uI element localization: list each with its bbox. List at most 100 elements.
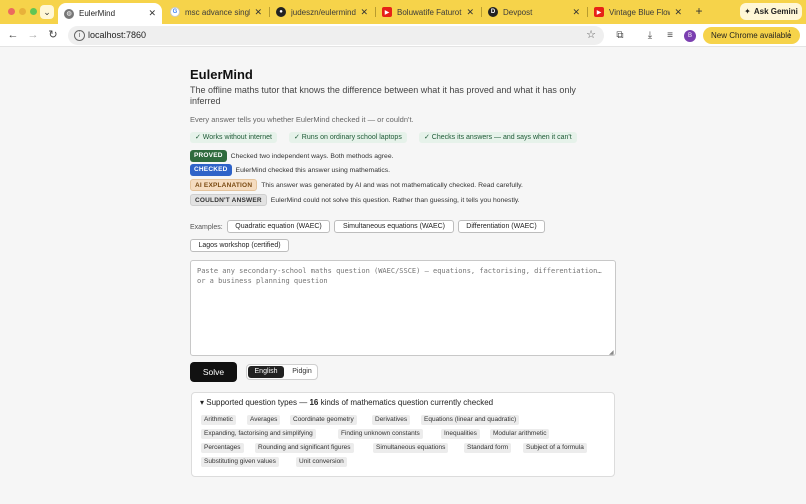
type-chip: Modular arithmetic [490, 429, 550, 439]
solve-button[interactable]: Solve [190, 362, 237, 382]
tab-youtube-boluwatife[interactable]: ▶ Boluwatife Faturoti · ✕ [376, 2, 480, 22]
tab-strip: ⌄ ◍ EulerMind ✕ G msc advance single... … [0, 0, 806, 24]
new-chrome-available-button[interactable]: New Chrome available ⋮ [703, 27, 800, 44]
tab-title: msc advance single... [185, 7, 250, 17]
type-chip: Substituting given values [201, 457, 279, 467]
back-arrow-icon[interactable]: ← [6, 28, 20, 42]
youtube-icon: ▶ [594, 7, 604, 17]
legend-couldnt-answer: COULDN'T ANSWER EulerMind could not solv… [190, 194, 520, 206]
supported-prefix: Supported question types — [206, 398, 310, 407]
checked-badge: CHECKED [190, 164, 232, 176]
language-pidgin-option[interactable]: Pidgin [287, 366, 317, 378]
forward-arrow-icon[interactable]: → [26, 28, 40, 42]
devpost-icon: D [488, 7, 498, 17]
close-tab-icon[interactable]: ✕ [572, 7, 580, 18]
type-chip: Averages [247, 415, 281, 425]
close-tab-icon[interactable]: ✕ [254, 7, 262, 18]
google-icon: G [170, 7, 180, 17]
tab-github[interactable]: ● judeszn/eulermind-... ✕ [270, 2, 374, 22]
language-toggle: English Pidgin [246, 364, 318, 380]
ai-explanation-badge: AI EXPLANATION [190, 179, 258, 191]
legend-text: EulerMind checked this answer using math… [235, 166, 391, 174]
close-tab-icon[interactable]: ✕ [674, 7, 682, 18]
type-chip: Unit conversion [296, 457, 347, 467]
type-chip: Expanding, factorising and simplifying [201, 429, 316, 439]
legend-proved: PROVED Checked two independent ways. Bot… [190, 150, 394, 162]
type-chip: Equations (linear and quadratic) [421, 415, 520, 425]
type-chip: Percentages [201, 443, 244, 453]
resize-grip-icon[interactable]: ◢ [609, 349, 615, 356]
download-icon[interactable]: ⤓ [643, 29, 657, 43]
close-tab-icon[interactable]: ✕ [466, 7, 474, 18]
example-quadratic-button[interactable]: Quadratic equation (WAEC) [227, 220, 330, 233]
browser-toolbar: ← → ↻ i localhost:7860 ☆ ⧉ ⤓ ≡ B New Chr… [0, 24, 806, 47]
feature-laptops: ✓ Runs on ordinary school laptops [289, 132, 407, 143]
supported-types-summary[interactable]: ▾ Supported question types — 16 kinds of… [200, 398, 493, 407]
type-chip: Standard form [464, 443, 512, 453]
legend-text: This answer was generated by AI and was … [261, 181, 523, 189]
tab-title: Devpost [503, 7, 533, 17]
tab-search-chevron-icon[interactable]: ⌄ [40, 5, 54, 19]
site-info-icon[interactable]: i [74, 30, 85, 41]
page-subtitle: The offline maths tutor that knows the d… [190, 85, 576, 106]
example-differentiation-button[interactable]: Differentiation (WAEC) [458, 220, 545, 233]
feature-offline: ✓ Works without internet [190, 132, 277, 143]
proved-badge: PROVED [190, 150, 227, 162]
type-chip: Derivatives [372, 415, 411, 425]
supported-count: 16 [309, 398, 319, 407]
type-chip: Arithmetic [201, 415, 236, 425]
example-simultaneous-button[interactable]: Simultaneous equations (WAEC) [334, 220, 454, 233]
examples-label: Examples: [190, 224, 223, 231]
tagline: Every answer tells you whether EulerMind… [190, 115, 414, 124]
tab-devpost[interactable]: D Devpost ✕ [482, 2, 586, 22]
gemini-sparkle-icon: ✦ [744, 7, 751, 16]
tab-youtube-vintage[interactable]: ▶ Vintage Blue Flowers ✕ [588, 2, 688, 22]
close-tab-icon[interactable]: ✕ [360, 7, 368, 18]
legend-ai-explanation: AI EXPLANATION This answer was generated… [190, 179, 523, 191]
type-chip: Subject of a formula [523, 443, 587, 453]
disclosure-triangle-icon: ▾ [200, 398, 205, 407]
type-chip: Rounding and significant figures [255, 443, 354, 453]
language-english-option[interactable]: English [248, 366, 284, 378]
tab-title: judeszn/eulermind-... [291, 7, 356, 17]
legend-text: Checked two independent ways. Both metho… [230, 152, 394, 160]
update-label: New Chrome available [711, 31, 792, 40]
close-tab-icon[interactable]: ✕ [148, 8, 156, 19]
profile-avatar[interactable]: B [684, 30, 696, 42]
url-text[interactable]: localhost:7860 [88, 30, 146, 40]
feature-checks: ✓ Checks its answers — and says when it … [419, 132, 577, 143]
tab-title: Vintage Blue Flowers [609, 7, 670, 17]
type-chip: Coordinate geometry [290, 415, 357, 425]
bookmark-star-icon[interactable]: ☆ [586, 28, 596, 41]
type-chip: Inequalities [441, 429, 480, 439]
minimize-window-button[interactable] [19, 8, 26, 15]
supported-types-panel: ▾ Supported question types — 16 kinds of… [191, 392, 615, 477]
globe-icon: ◍ [64, 8, 74, 19]
new-tab-plus-icon[interactable]: + [692, 4, 706, 18]
page-content: EulerMind The offline maths tutor that k… [0, 48, 806, 504]
tab-title: EulerMind [79, 9, 116, 18]
type-chip: Simultaneous equations [373, 443, 449, 453]
reload-icon[interactable]: ↻ [46, 28, 60, 42]
tab-title: Boluwatife Faturoti · [397, 7, 463, 17]
ask-gemini-label: Ask Gemini [753, 7, 798, 16]
example-lagos-workshop-button[interactable]: Lagos workshop (certified) [190, 239, 289, 252]
type-chip: Finding unknown constants [338, 429, 423, 439]
tab-google-search[interactable]: G msc advance single... ✕ [164, 2, 268, 22]
youtube-icon: ▶ [382, 7, 392, 17]
supported-suffix: kinds of mathematics question currently … [318, 398, 494, 407]
more-menu-icon[interactable]: ⋮ [785, 29, 794, 40]
github-icon: ● [276, 7, 286, 17]
maximize-window-button[interactable] [30, 8, 37, 15]
extensions-puzzle-icon[interactable]: ⧉ [613, 29, 627, 43]
couldnt-answer-badge: COULDN'T ANSWER [190, 194, 267, 206]
question-input[interactable] [190, 260, 616, 356]
page-title: EulerMind [190, 67, 253, 82]
close-window-button[interactable] [8, 8, 15, 15]
legend-text: EulerMind could not solve this question.… [270, 196, 520, 204]
ask-gemini-button[interactable]: ✦ Ask Gemini [740, 3, 802, 20]
legend-checked: CHECKED EulerMind checked this answer us… [190, 164, 390, 176]
tab-eulermind[interactable]: ◍ EulerMind ✕ [58, 3, 162, 24]
reading-list-icon[interactable]: ≡ [663, 29, 677, 43]
address-bar[interactable]: i localhost:7860 ☆ [68, 26, 604, 45]
